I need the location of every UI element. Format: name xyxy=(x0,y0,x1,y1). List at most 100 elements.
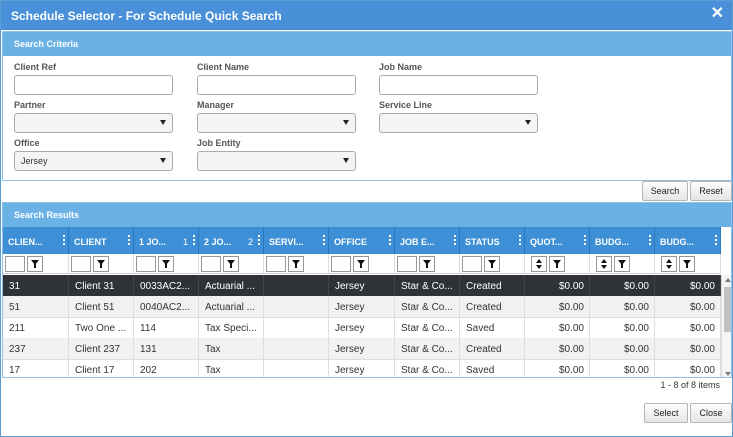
cell-budget-1: $0.00 xyxy=(590,317,655,339)
table-row[interactable]: 237 Client 237 131 Tax Jersey Star & Co... Cre… xyxy=(3,338,721,360)
filter-icon[interactable] xyxy=(679,256,695,272)
cell-office: Jersey xyxy=(329,359,395,377)
column-header-quote[interactable]: QUOT... xyxy=(525,227,590,254)
sort-icon[interactable] xyxy=(596,256,612,272)
column-menu-icon[interactable] xyxy=(128,235,130,245)
column-header-service[interactable]: SERVI... xyxy=(264,227,329,254)
scroll-up-icon[interactable] xyxy=(725,278,731,282)
dialog-titlebar: Schedule Selector - For Schedule Quick S… xyxy=(1,1,732,30)
job-name-label: Job Name xyxy=(379,62,423,72)
column-menu-icon[interactable] xyxy=(649,235,651,245)
column-menu-icon[interactable] xyxy=(193,235,195,245)
cell-quote: $0.00 xyxy=(525,317,590,339)
cell-job-entity: Star & Co... xyxy=(395,317,460,339)
filter-input[interactable] xyxy=(201,256,221,272)
reset-button[interactable]: Reset xyxy=(690,181,732,201)
filter-icon[interactable] xyxy=(288,256,304,272)
filter-icon[interactable] xyxy=(158,256,174,272)
filter-icon[interactable] xyxy=(614,256,630,272)
table-row[interactable]: 17 Client 17 202 Tax Jersey Star & Co... Saved… xyxy=(3,359,721,377)
cell-job-entity: Star & Co... xyxy=(395,275,460,297)
cell-office: Jersey xyxy=(329,275,395,297)
chevron-down-icon xyxy=(343,158,349,163)
cell-client: Two One ... xyxy=(69,317,134,339)
office-label: Office xyxy=(14,138,40,148)
filter-cell xyxy=(199,254,264,274)
results-scrollbar[interactable] xyxy=(721,275,731,377)
column-menu-icon[interactable] xyxy=(584,235,586,245)
filter-row xyxy=(3,254,721,274)
filter-icon[interactable] xyxy=(419,256,435,272)
column-header-client[interactable]: CLIENT xyxy=(69,227,134,254)
job-name-input[interactable] xyxy=(379,75,538,95)
column-menu-icon[interactable] xyxy=(715,235,717,245)
cell-budget-1: $0.00 xyxy=(590,359,655,377)
table-row[interactable]: 51 Client 51 0040AC2... Actuarial ... Jersey… xyxy=(3,296,721,318)
column-header-job-entity[interactable]: JOB E... xyxy=(395,227,460,254)
filter-input[interactable] xyxy=(136,256,156,272)
cell-job-2: Actuarial ... xyxy=(199,296,264,318)
service-line-select[interactable] xyxy=(379,113,538,133)
column-header-job-1[interactable]: 1 JO... 1 xyxy=(134,227,199,254)
column-header-client-ref[interactable]: CLIEN... xyxy=(3,227,69,254)
sort-icon[interactable] xyxy=(531,256,547,272)
office-select[interactable]: Jersey xyxy=(14,151,173,171)
column-menu-icon[interactable] xyxy=(258,235,260,245)
column-menu-icon[interactable] xyxy=(323,235,325,245)
partner-select[interactable] xyxy=(14,113,173,133)
column-header-job-2[interactable]: 2 JO... 2 xyxy=(199,227,264,254)
cell-budget-2: $0.00 xyxy=(655,359,721,377)
cell-budget-2: $0.00 xyxy=(655,296,721,318)
partner-label: Partner xyxy=(14,100,46,110)
column-header-status[interactable]: STATUS xyxy=(460,227,525,254)
filter-icon[interactable] xyxy=(93,256,109,272)
search-criteria-header: Search Criteria xyxy=(3,32,731,56)
filter-icon[interactable] xyxy=(353,256,369,272)
cell-job-2: Tax xyxy=(199,359,264,377)
table-row[interactable]: 31 Client 31 0033AC2... Actuarial ... Jersey… xyxy=(3,275,721,297)
cell-budget-2: $0.00 xyxy=(655,275,721,297)
sort-order-badge: 1 xyxy=(182,237,188,247)
filter-input[interactable] xyxy=(397,256,417,272)
column-header-office[interactable]: OFFICE xyxy=(329,227,395,254)
search-button[interactable]: Search xyxy=(642,181,688,201)
column-menu-icon[interactable] xyxy=(519,235,521,245)
job-entity-select[interactable] xyxy=(197,151,356,171)
sort-icon[interactable] xyxy=(661,256,677,272)
cell-quote: $0.00 xyxy=(525,359,590,377)
column-menu-icon[interactable] xyxy=(389,235,391,245)
chevron-down-icon xyxy=(525,120,531,125)
column-header-budget-1[interactable]: BUDG... xyxy=(590,227,655,254)
cell-service xyxy=(264,296,329,318)
close-button[interactable]: Close xyxy=(690,403,732,423)
client-name-input[interactable] xyxy=(197,75,356,95)
dialog-title: Schedule Selector - For Schedule Quick S… xyxy=(11,9,282,23)
filter-cell xyxy=(460,254,525,274)
chevron-down-icon xyxy=(160,120,166,125)
filter-icon[interactable] xyxy=(549,256,565,272)
column-menu-icon[interactable] xyxy=(63,235,65,245)
results-grid-header: CLIEN... CLIENT 1 JO... 1 2 JO... 2 SERVI.… xyxy=(3,227,721,254)
filter-input[interactable] xyxy=(462,256,482,272)
client-ref-input[interactable] xyxy=(14,75,173,95)
column-menu-icon[interactable] xyxy=(454,235,456,245)
manager-select[interactable] xyxy=(197,113,356,133)
filter-input[interactable] xyxy=(71,256,91,272)
cell-job-1: 0040AC2... xyxy=(134,296,199,318)
filter-input[interactable] xyxy=(331,256,351,272)
close-icon[interactable]: ✕ xyxy=(711,6,724,22)
scroll-thumb[interactable] xyxy=(724,287,731,332)
column-header-budget-2[interactable]: BUDG... xyxy=(655,227,721,254)
filter-icon[interactable] xyxy=(484,256,500,272)
filter-icon[interactable] xyxy=(27,256,43,272)
search-criteria-panel: Search Criteria Client Ref Client Name J… xyxy=(2,31,732,181)
select-button[interactable]: Select xyxy=(644,403,688,423)
cell-office: Jersey xyxy=(329,317,395,339)
filter-cell xyxy=(395,254,460,274)
filter-input[interactable] xyxy=(266,256,286,272)
filter-input[interactable] xyxy=(5,256,25,272)
filter-icon[interactable] xyxy=(223,256,239,272)
scroll-down-icon[interactable] xyxy=(725,372,731,376)
table-row[interactable]: 211 Two One ... 114 Tax Speci... Jersey Star … xyxy=(3,317,721,339)
cell-client: Client 31 xyxy=(69,275,134,297)
